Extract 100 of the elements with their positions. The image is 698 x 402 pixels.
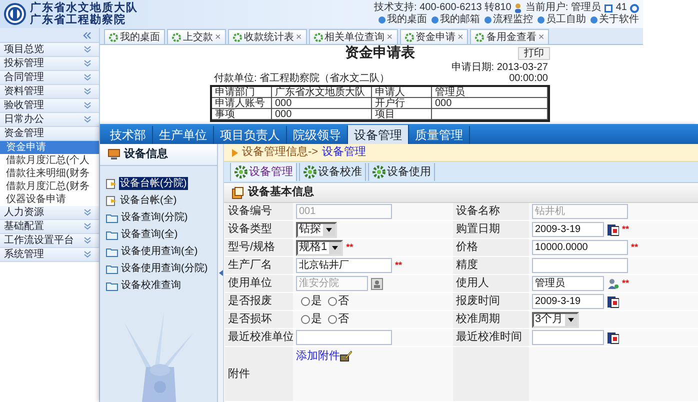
field-label: 购置日期 [453, 221, 529, 239]
print-button[interactable]: 打印 [518, 47, 550, 60]
close-button[interactable]: × [296, 30, 302, 44]
input-field[interactable]: 2009-3-19 [532, 222, 604, 237]
breadcrumb-link[interactable]: 设备管理 [322, 144, 366, 161]
sidebar-item[interactable]: 系统管理 [0, 248, 99, 262]
sidebar-item[interactable]: 日常办公 [0, 113, 99, 127]
circle-icon [630, 4, 639, 12]
field-label: 报废时间 [453, 293, 529, 311]
input-field[interactable]: 管理员 [532, 276, 604, 291]
radio-label: 否 [338, 312, 349, 328]
chevron-down-icon [84, 102, 91, 109]
sidebar-item[interactable]: 投标管理 [0, 57, 99, 71]
logo-icon [4, 3, 26, 25]
tab[interactable]: 设备管理 [348, 125, 409, 144]
header-link[interactable]: 员工自助 [537, 14, 586, 26]
field-label: 设备名称 [453, 203, 529, 221]
required-mark: ** [395, 258, 402, 272]
field-label: 价格 [453, 239, 529, 257]
input-field[interactable]: 北京钻井厂 [296, 258, 392, 273]
field-label: 生产厂名 [225, 257, 293, 275]
document-icon [106, 195, 117, 206]
header-link[interactable]: 关于软件 [590, 14, 639, 26]
radio-button[interactable] [328, 315, 337, 324]
field-label: 校准周期 [453, 311, 529, 329]
toolbar-button[interactable]: 设备使用 [368, 163, 435, 181]
tab[interactable]: 我的桌面 [104, 29, 165, 44]
tree-item[interactable]: 设备使用查询(分院) [120, 262, 209, 275]
close-button[interactable]: × [215, 30, 221, 44]
folder-icon [106, 230, 118, 240]
close-button[interactable]: × [538, 30, 544, 44]
tree-item[interactable]: 设备台帐(全) [119, 194, 178, 207]
input-field[interactable] [532, 258, 628, 273]
folder-icon [106, 246, 118, 256]
pencil-icon [340, 350, 352, 362]
org-name: 广东省工程勘察院 [30, 14, 127, 26]
tab[interactable]: 相关单位查询 × [308, 29, 398, 44]
tree-item[interactable]: 设备使用查询(全) [120, 245, 199, 258]
collapse-icon [83, 32, 91, 38]
dropdown[interactable]: 3个月 [532, 312, 580, 328]
close-button[interactable]: × [386, 30, 393, 44]
document-title: 资金申请表 [345, 46, 415, 61]
sidebar-item[interactable]: 合同管理 [0, 71, 99, 85]
radio-button[interactable] [301, 297, 310, 306]
toolbar-button[interactable]: 设备管理 [230, 163, 297, 181]
field-label: 使用人 [453, 275, 529, 293]
add-attachment-link[interactable]: 添加附件 [296, 348, 352, 364]
field-label: 使用单位 [225, 275, 293, 293]
table-cell: 管理员 [432, 87, 548, 98]
radio-button[interactable] [328, 297, 337, 306]
chevron-down-icon [84, 209, 91, 216]
radio-button[interactable] [301, 315, 310, 324]
input-field[interactable] [532, 330, 604, 345]
tree-item[interactable]: 设备校准查询 [120, 279, 182, 292]
sidebar-item[interactable]: 资料管理 [0, 85, 99, 99]
sidebar-item[interactable]: 资金管理 [0, 127, 99, 141]
toolbar-button[interactable]: 设备校准 [299, 163, 366, 181]
field-label: 精度 [453, 257, 529, 275]
tab[interactable]: 上交款 × [167, 29, 226, 44]
dropdown[interactable]: 钻探 [296, 222, 337, 238]
dropdown[interactable]: 规格1 [296, 240, 344, 256]
tree-item[interactable]: 设备查询(全) [120, 228, 179, 241]
sidebar-item[interactable]: 项目总览 [0, 43, 99, 57]
field-label: 设备编号 [225, 203, 293, 221]
chevron-down-icon [84, 116, 91, 123]
sidebar-item[interactable]: 工作流设置平台 [0, 234, 99, 248]
panel-title: 设备信息 [124, 146, 168, 162]
user-icon [514, 3, 522, 13]
tab[interactable]: 备用金查看 × [470, 29, 550, 44]
tree-item[interactable]: 设备台帐(分院) [119, 177, 188, 190]
table-cell: 申请人 [372, 87, 432, 98]
sidebar-subitem[interactable]: 资金申请 [0, 141, 99, 154]
calendar-icon [607, 224, 619, 236]
sidebar-item[interactable]: 人力资源 [0, 206, 99, 220]
tab[interactable]: 收款统计表 × [228, 29, 307, 44]
input-field[interactable]: 10000.0000 [532, 240, 628, 255]
calendar-icon [607, 296, 619, 308]
required-mark: ** [622, 222, 630, 236]
input-field[interactable]: 2009-3-19 [532, 294, 604, 309]
radio-label: 是 [311, 294, 322, 310]
tab[interactable]: 资金申请 × [400, 29, 468, 44]
payer-text: 付款单位: 省工程勘察院（省水文二队） [213, 73, 390, 84]
header-link[interactable]: 我的桌面 [378, 14, 427, 26]
sidebar-item[interactable]: 验收管理 [0, 99, 99, 113]
header-link[interactable]: 我的邮箱 [431, 14, 480, 26]
person-icon [607, 278, 619, 290]
chevron-down-icon [84, 46, 91, 53]
sidebar-item[interactable]: 基础配置 [0, 220, 99, 234]
tree-item[interactable]: 设备查询(分院) [120, 211, 189, 224]
breadcrumb: 设备管理信息-> [242, 145, 318, 160]
picker-icon [371, 278, 383, 290]
table-cell: 项目 [372, 109, 432, 120]
close-button[interactable]: × [458, 30, 464, 44]
chevron-down-icon [84, 74, 91, 81]
monitor-icon [108, 149, 120, 160]
input-field[interactable] [296, 330, 392, 345]
support-text: 技术支持: 400-600-6213 转810 [374, 2, 512, 14]
field-label: 最近校准单位 [225, 329, 293, 347]
header-link[interactable]: 流程监控 [484, 14, 533, 26]
current-user: 当前用户: 管理员 [525, 2, 601, 14]
